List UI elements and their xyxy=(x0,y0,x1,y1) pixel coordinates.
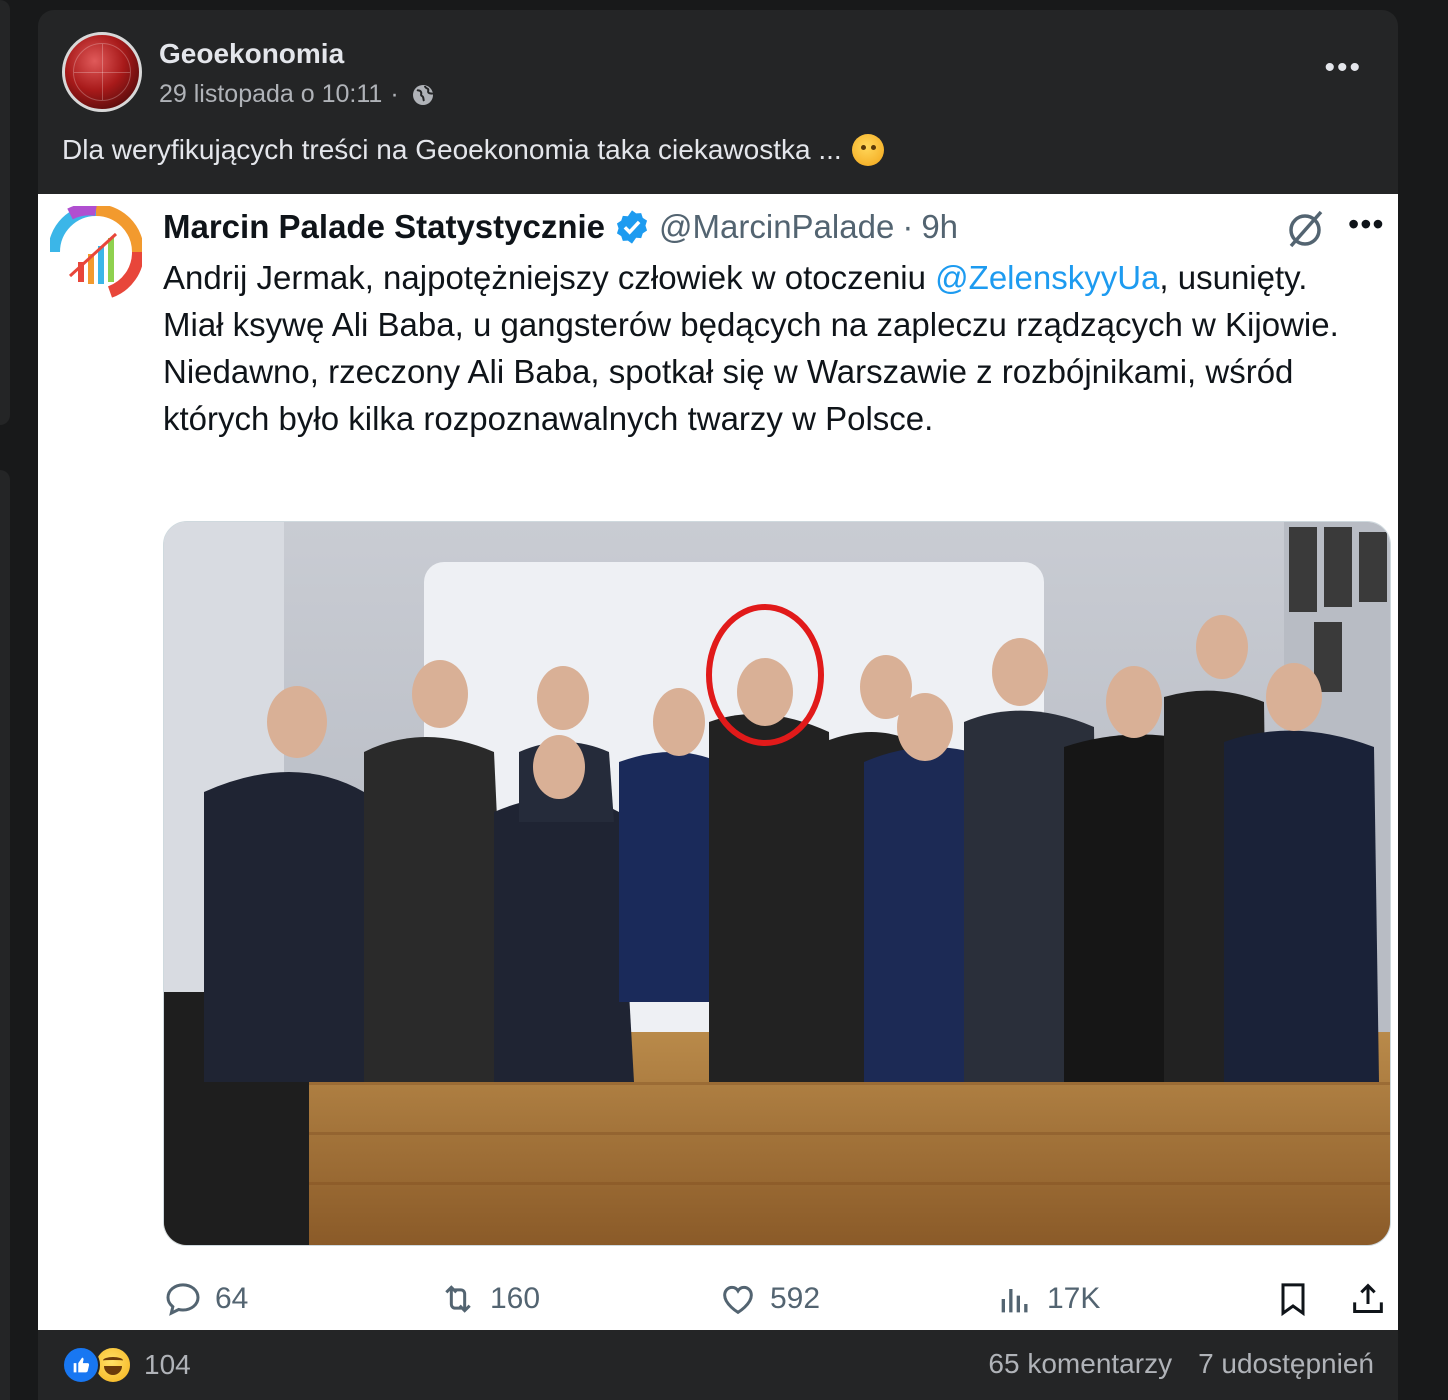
views-bar-icon xyxy=(1001,1289,1028,1313)
group-photo-image xyxy=(164,522,1390,1245)
feed-post: Geoekonomia 29 listopada o 10:11 · ••• D… xyxy=(38,10,1398,1400)
reaction-count: 104 xyxy=(144,1349,191,1380)
bookmark-icon xyxy=(1281,1283,1305,1317)
tweet-time: 9h xyxy=(921,208,959,245)
retweet-action: 160 xyxy=(438,1279,540,1319)
post-meta: 29 listopada o 10:11 · xyxy=(159,80,435,109)
post-caption: Dla weryfikujących treści na Geoekonomia… xyxy=(62,134,884,166)
page-name[interactable]: Geoekonomia xyxy=(159,38,344,70)
tweet-photo xyxy=(163,521,1391,1246)
share-action xyxy=(1348,1279,1388,1319)
retweet-icon xyxy=(445,1285,471,1313)
left-column-card xyxy=(0,0,10,425)
reply-count: 64 xyxy=(215,1282,249,1315)
tweet-actions: 64 160 592 17K xyxy=(163,1279,1393,1323)
verified-badge-icon xyxy=(616,210,648,244)
reply-icon xyxy=(166,1283,200,1316)
post-date[interactable]: 29 listopada o 10:11 xyxy=(159,80,382,109)
like-action: 592 xyxy=(718,1279,820,1319)
handle-separator: · xyxy=(902,208,914,245)
tweet-text-start: Andrij Jermak, najpotężniejszy człowiek … xyxy=(163,259,936,296)
author-name: Marcin Palade Statystycznie xyxy=(163,208,606,245)
author-avatar xyxy=(50,206,142,298)
bookmark-action xyxy=(1273,1279,1313,1319)
retweet-count: 160 xyxy=(490,1282,541,1315)
shares-count-link[interactable]: 7 udostępnień xyxy=(1198,1348,1374,1380)
like-count: 592 xyxy=(770,1282,821,1315)
tweet-author-row: Marcin Palade Statystycznie @MarcinPalad… xyxy=(163,208,958,246)
grok-icon xyxy=(1289,210,1323,248)
more-options-icon[interactable]: ••• xyxy=(1324,53,1362,83)
post-stats: 65 komentarzy 7 udostępnień xyxy=(988,1348,1374,1380)
thinking-face-emoji-icon xyxy=(851,134,884,166)
globe-icon[interactable] xyxy=(411,83,435,107)
embedded-tweet-screenshot[interactable]: Marcin Palade Statystycznie @MarcinPalad… xyxy=(38,194,1398,1330)
reactions-summary[interactable]: 104 xyxy=(62,1346,191,1384)
left-column-card xyxy=(0,470,10,1400)
tweet-text: Andrij Jermak, najpotężniejszy człowiek … xyxy=(163,254,1343,442)
author-handle: @MarcinPalade xyxy=(659,208,895,245)
heart-icon xyxy=(723,1285,753,1315)
tweet-more-icon: ••• xyxy=(1348,206,1385,242)
mention-link: @ZelenskyyUa xyxy=(935,259,1160,296)
share-icon xyxy=(1353,1283,1383,1313)
reply-action: 64 xyxy=(163,1279,248,1319)
post-header: Geoekonomia 29 listopada o 10:11 · ••• xyxy=(62,32,1382,116)
views-count: 17K xyxy=(1047,1282,1101,1315)
views-action: 17K xyxy=(995,1279,1100,1319)
page-avatar[interactable] xyxy=(62,32,142,112)
like-reaction-icon xyxy=(62,1346,100,1384)
meta-separator: · xyxy=(390,80,399,108)
caption-text: Dla weryfikujących treści na Geoekonomia… xyxy=(62,134,842,165)
comments-count-link[interactable]: 65 komentarzy xyxy=(988,1348,1172,1380)
